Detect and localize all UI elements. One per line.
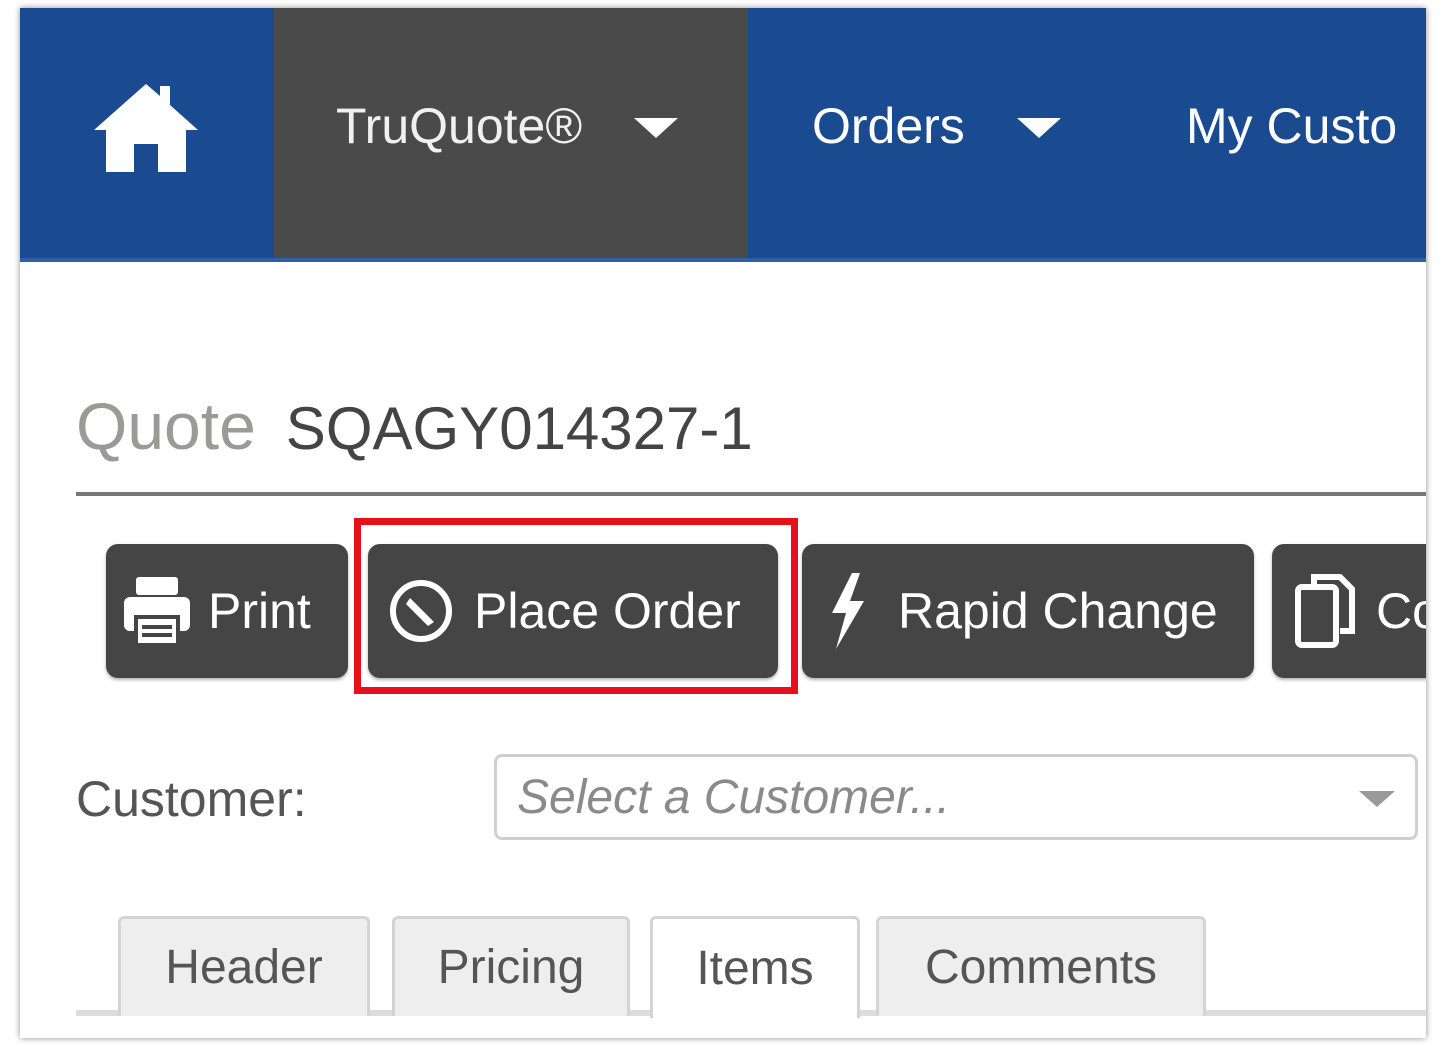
copy-icon	[1294, 571, 1358, 651]
rapid-change-label: Rapid Change	[898, 583, 1218, 639]
print-button[interactable]: Print	[106, 544, 348, 678]
rapid-change-button[interactable]: Rapid Change	[802, 544, 1254, 678]
tab-header-label: Header	[165, 941, 323, 994]
page-title: Quote SQAGY014327-1	[76, 388, 753, 464]
chevron-down-icon	[634, 118, 679, 138]
tab-comments-label: Comments	[924, 941, 1158, 994]
chevron-down-icon	[1359, 791, 1395, 807]
lightning-icon	[822, 571, 872, 651]
home-icon	[94, 84, 198, 172]
customer-label: Customer:	[76, 771, 307, 827]
nav-orders-menu[interactable]: Orders	[812, 8, 1061, 258]
nav-my-customers-menu[interactable]: My Custo	[1186, 8, 1397, 258]
nav-truquote-label: TruQuote®	[336, 98, 583, 154]
top-navbar: TruQuote® Orders My Custo	[20, 8, 1426, 262]
quote-number: SQAGY014327-1	[285, 395, 753, 462]
place-order-label: Place Order	[474, 583, 741, 639]
copy-label: Co	[1376, 583, 1426, 639]
chevron-down-icon	[1016, 118, 1061, 138]
tab-header[interactable]: Header	[118, 916, 370, 1016]
app-window: TruQuote® Orders My Custo Quote SQAGY0143…	[20, 8, 1426, 1038]
customer-select-placeholder: Select a Customer...	[517, 770, 951, 824]
tab-pricing[interactable]: Pricing	[392, 916, 630, 1016]
nav-truquote-menu[interactable]: TruQuote®	[274, 8, 748, 258]
nav-orders-label: Orders	[812, 98, 965, 154]
nav-home-button[interactable]	[20, 8, 272, 258]
quote-prefix: Quote	[76, 389, 256, 463]
place-order-button[interactable]: Place Order	[368, 544, 778, 678]
print-label: Print	[208, 583, 311, 639]
title-divider	[76, 492, 1426, 496]
compass-icon	[388, 578, 454, 644]
copy-button[interactable]: Co	[1272, 544, 1426, 678]
tab-items[interactable]: Items	[650, 916, 860, 1018]
tab-comments[interactable]: Comments	[876, 916, 1206, 1016]
printer-icon	[122, 573, 192, 649]
customer-select[interactable]: Select a Customer...	[494, 754, 1418, 840]
nav-my-customers-label: My Custo	[1186, 98, 1398, 154]
tab-pricing-label: Pricing	[437, 941, 585, 994]
tab-items-label: Items	[696, 942, 814, 995]
